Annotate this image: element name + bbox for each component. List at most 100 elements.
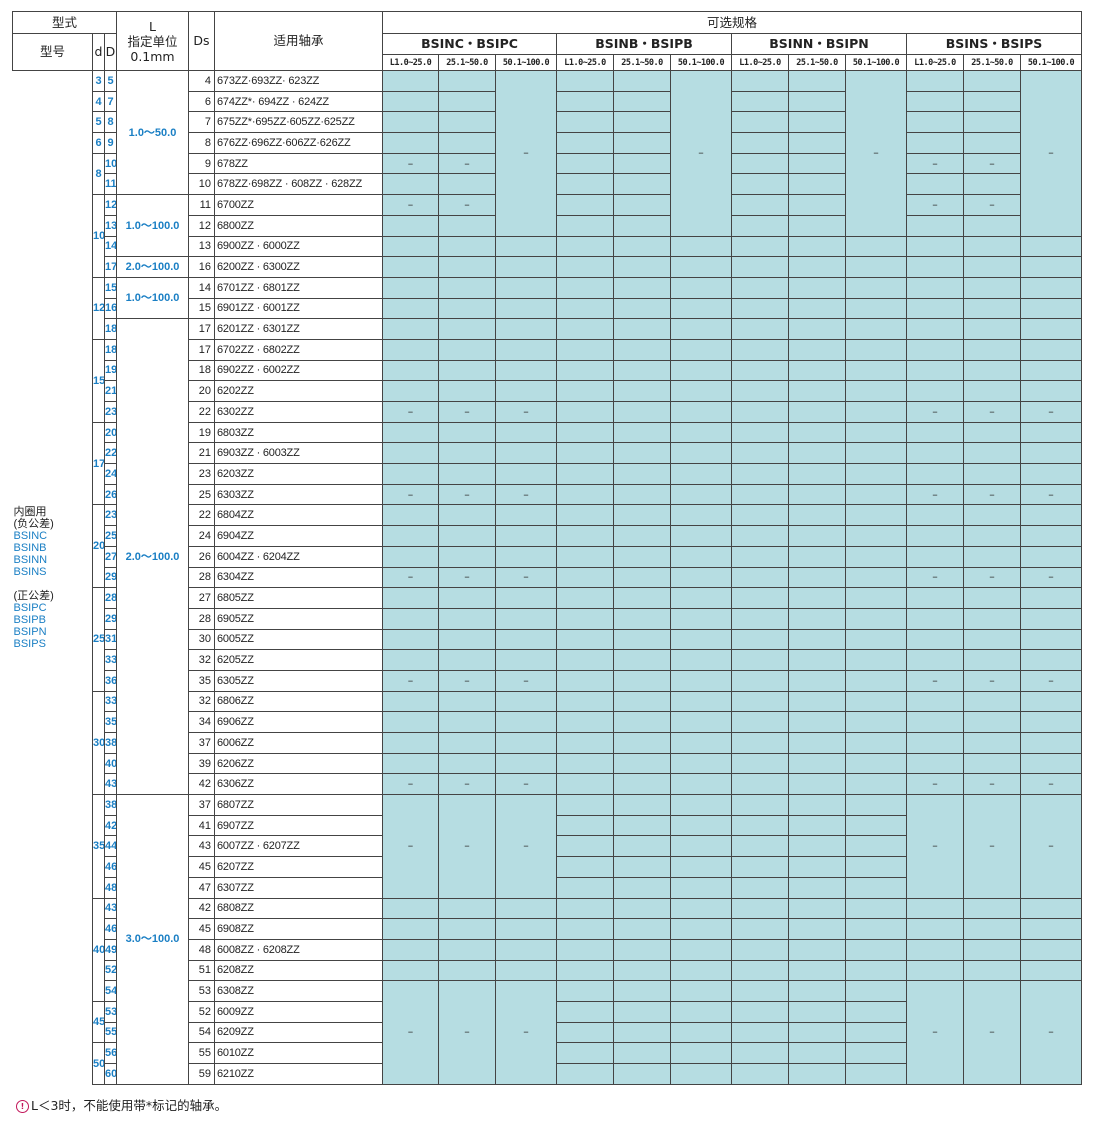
option-cell (382, 380, 439, 402)
D-cell: 23 (104, 401, 117, 423)
option-cell (906, 297, 964, 320)
option-cell (845, 690, 907, 713)
option-cell (495, 235, 557, 258)
option-cell (613, 690, 671, 713)
option-cell (845, 607, 907, 630)
option-cell (845, 897, 907, 920)
L-range-cell: 3.0～100.0 (116, 794, 189, 1085)
option-cell (670, 856, 732, 878)
option-cell (613, 214, 671, 237)
bearing-cell: 6209ZZ (214, 1021, 383, 1044)
option-cell (788, 980, 846, 1002)
option-cell (495, 463, 557, 485)
option-cell (1019, 752, 1083, 775)
option-cell (438, 111, 496, 134)
option-cell: – (382, 669, 439, 692)
option-cell (556, 1000, 614, 1023)
D-cell: 49 (104, 938, 117, 961)
option-cell (788, 276, 846, 299)
range-header: 25.1~50.0 (788, 54, 846, 71)
option-cell (845, 421, 907, 444)
option-cell (382, 545, 439, 568)
option-cell (495, 607, 557, 630)
L-range-cell: 2.0～100.0 (116, 256, 189, 278)
option-cell (963, 235, 1021, 258)
option-cell (495, 649, 557, 671)
bearing-cell: 675ZZ*·695ZZ·605ZZ·625ZZ (214, 111, 383, 134)
option-cell (1019, 938, 1083, 961)
option-cell (495, 338, 557, 361)
option-cell (670, 1063, 732, 1085)
option-cell: – (1019, 566, 1083, 589)
option-cell (731, 938, 789, 961)
range-header: 50.1~100.0 (845, 54, 907, 71)
option-cell (382, 732, 439, 754)
Ds-cell: 34 (188, 711, 215, 733)
option-cell (556, 504, 614, 527)
option-cell (788, 959, 846, 982)
option-cell (613, 70, 671, 92)
Ds-cell: 37 (188, 794, 215, 816)
option-cell (788, 1000, 846, 1023)
option-cell (788, 835, 846, 858)
option-cell (438, 70, 496, 92)
option-cell (1019, 587, 1083, 609)
header-style: 型式 (12, 11, 117, 34)
option-cell (495, 918, 557, 940)
option-cell (556, 649, 614, 671)
option-cell (495, 628, 557, 651)
option-cell (613, 1000, 671, 1023)
option-cell (438, 276, 496, 299)
option-cell (495, 276, 557, 299)
option-cell (788, 1021, 846, 1044)
D-cell: 20 (104, 421, 117, 444)
option-cell (731, 856, 789, 878)
option-cell (438, 504, 496, 527)
option-cell (556, 1042, 614, 1064)
D-cell: 22 (104, 442, 117, 465)
option-cell (670, 814, 732, 837)
option-cell (438, 752, 496, 775)
option-cell (556, 256, 614, 278)
option-cell (382, 297, 439, 320)
option-cell (731, 980, 789, 1002)
option-cell (845, 669, 907, 692)
option-cell (788, 752, 846, 775)
option-cell (613, 111, 671, 134)
range-header: L1.0~25.0 (556, 54, 614, 71)
option-cell (845, 628, 907, 651)
option-cell (731, 194, 789, 216)
option-cell (495, 297, 557, 320)
option-cell (845, 318, 907, 340)
option-cell (906, 732, 964, 754)
type-label (14, 578, 92, 590)
option-cell (906, 90, 964, 113)
option-cell (382, 628, 439, 651)
option-cell (556, 421, 614, 444)
Ds-cell: 22 (188, 401, 215, 423)
option-cell (556, 235, 614, 258)
Ds-cell: 6 (188, 90, 215, 113)
Ds-cell: 18 (188, 359, 215, 382)
option-cell (845, 256, 907, 278)
bearing-cell: 6202ZZ (214, 380, 383, 402)
range-header: 50.1~100.0 (670, 54, 732, 71)
bearing-cell: 6800ZZ (214, 214, 383, 237)
option-cell (963, 70, 1021, 92)
bearing-cell: 6210ZZ (214, 1063, 383, 1085)
D-cell: 24 (104, 463, 117, 485)
option-cell (845, 1042, 907, 1064)
bearing-cell: 6805ZZ (214, 587, 383, 609)
option-cell (731, 897, 789, 920)
option-cell (906, 214, 964, 237)
option-cell (788, 297, 846, 320)
d-cell: 40 (92, 897, 105, 1002)
option-cell (495, 256, 557, 278)
header-Ds: Ds (188, 11, 215, 71)
option-cell (670, 359, 732, 382)
option-cell (438, 214, 496, 237)
option-cell (845, 773, 907, 796)
option-cell (613, 980, 671, 1002)
option-cell (788, 545, 846, 568)
option-cell: – (670, 70, 732, 237)
